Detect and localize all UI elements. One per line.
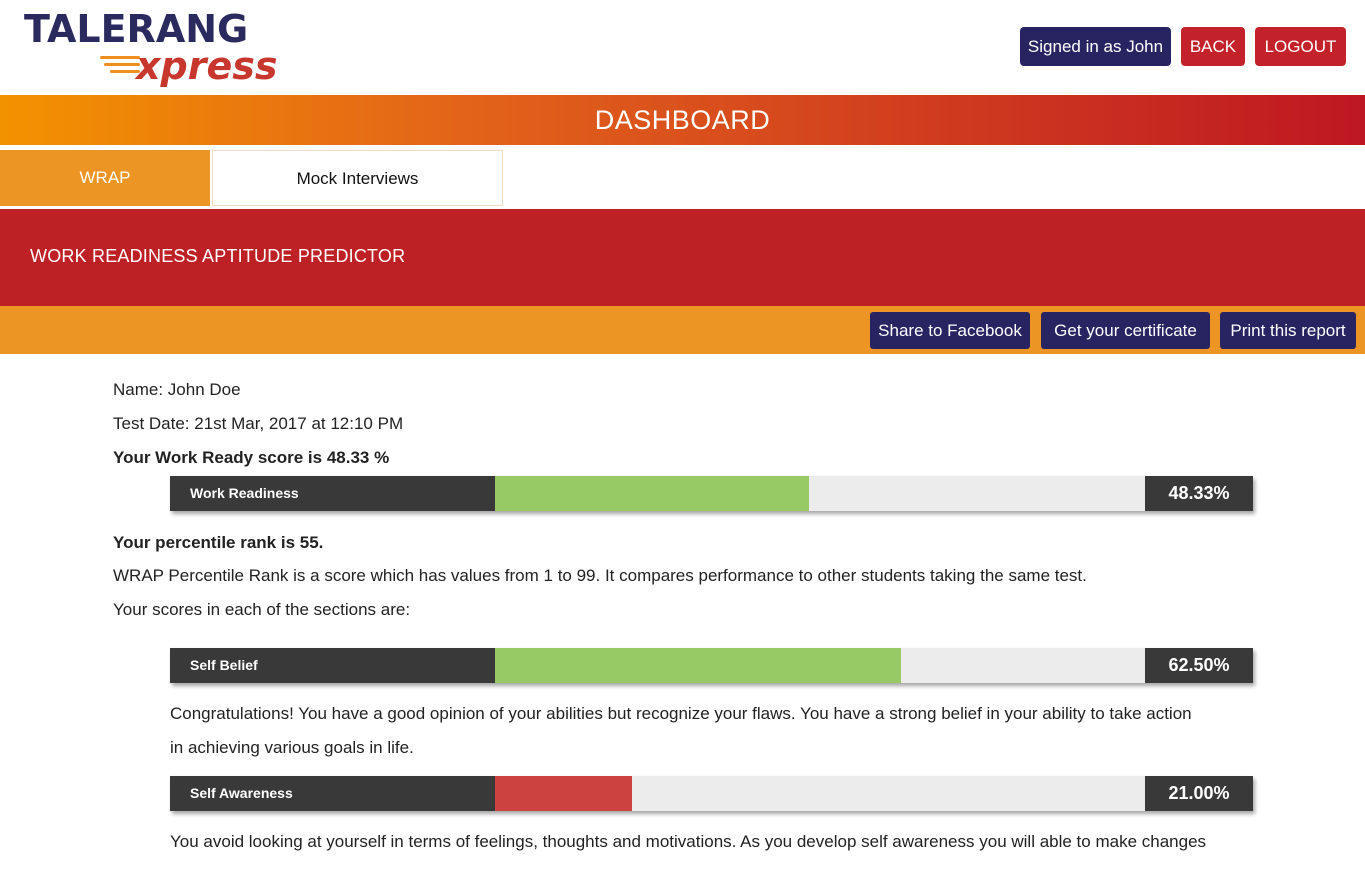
bar-fill: [495, 648, 901, 683]
bar-label: Self Awareness: [170, 776, 495, 811]
self-belief-feedback-line-1: Congratulations! You have a good opinion…: [170, 704, 1192, 723]
bar-fill: [495, 476, 809, 511]
sections-intro: Your scores in each of the sections are:: [113, 600, 411, 619]
logo-subword: xpress: [136, 44, 278, 88]
bar-percent: 48.33%: [1145, 476, 1253, 511]
print-report-button[interactable]: Print this report: [1220, 312, 1356, 349]
bar-fill: [495, 776, 632, 811]
self-belief-feedback-line-2: in achieving various goals in life.: [170, 738, 414, 757]
talerang-express-logo[interactable]: TALERANG xpress: [24, 8, 284, 92]
bar-percent: 62.50%: [1145, 648, 1253, 683]
dashboard-title: DASHBOARD: [0, 95, 1365, 145]
wrap-banner: WORK READINESS APTITUDE PREDICTOR: [0, 209, 1365, 306]
banner-title: WORK READINESS APTITUDE PREDICTOR: [30, 246, 406, 266]
candidate-name: Name: John Doe: [113, 380, 241, 399]
bar-label: Self Belief: [170, 648, 495, 683]
percentile-description: WRAP Percentile Rank is a score which ha…: [113, 566, 1087, 585]
back-button[interactable]: BACK: [1181, 27, 1245, 66]
work-readiness-bar: Work Readiness 48.33%: [170, 476, 1253, 511]
action-bar: Share to Facebook Get your certificate P…: [0, 306, 1365, 354]
self-awareness-bar: Self Awareness 21.00%: [170, 776, 1253, 811]
bar-percent: 21.00%: [1145, 776, 1253, 811]
bar-label: Work Readiness: [170, 476, 495, 511]
self-belief-bar: Self Belief 62.50%: [170, 648, 1253, 683]
tab-wrap[interactable]: WRAP: [0, 150, 210, 206]
speed-lines-icon: [100, 56, 140, 82]
percentile-rank-text: Your percentile rank is 55.: [113, 533, 324, 552]
test-date: Test Date: 21st Mar, 2017 at 12:10 PM: [113, 414, 404, 433]
get-certificate-button[interactable]: Get your certificate: [1041, 312, 1210, 349]
top-header: TALERANG xpress Signed in as John BACK L…: [0, 0, 1365, 95]
self-awareness-feedback-line-1: You avoid looking at yourself in terms o…: [170, 832, 1207, 851]
share-facebook-button[interactable]: Share to Facebook: [870, 312, 1030, 349]
signed-in-user-button[interactable]: Signed in as John: [1020, 27, 1171, 66]
tab-mock-interviews[interactable]: Mock Interviews: [212, 150, 503, 206]
logout-button[interactable]: LOGOUT: [1255, 27, 1346, 66]
work-ready-score-text: Your Work Ready score is 48.33 %: [113, 448, 390, 467]
